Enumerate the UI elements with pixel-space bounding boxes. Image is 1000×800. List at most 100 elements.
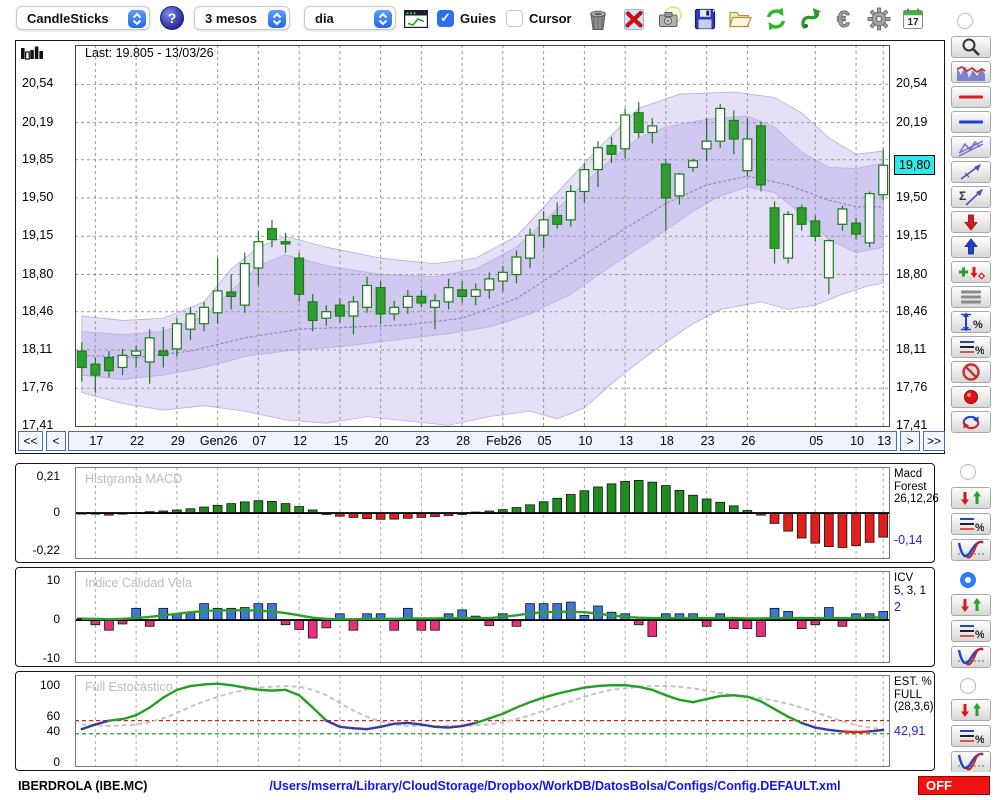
guies-checkbox[interactable]: ✓ [437,10,454,27]
cursor-checkbox[interactable] [506,10,523,27]
delete-icon[interactable] [620,5,648,33]
stochastic-chart [75,675,890,767]
axis-tick-label: 18,11 [896,341,927,356]
axis-tick-label: 19,15 [896,228,928,243]
stochastic-curve-button[interactable] [951,751,991,773]
calendar-icon[interactable]: 17 [899,5,927,33]
candlestick-chart[interactable] [75,45,890,427]
nav-last-button[interactable]: >> [923,431,945,451]
main-chart-radio[interactable] [957,13,973,29]
disable-tool-button[interactable] [951,361,991,383]
icv-curve-button[interactable] [951,646,991,668]
cursor-label: Cursor [529,11,572,26]
axis-tick-label: 19,15 [22,228,54,243]
settings-icon[interactable] [865,5,893,33]
axis-tick-label: 18,46 [896,303,928,318]
nav-next-button[interactable]: > [900,431,920,451]
add-marker-tool-button[interactable] [951,261,991,283]
snapshot-icon[interactable] [655,5,683,33]
sync-icon [960,412,982,432]
disable-icon [961,362,981,382]
save-icon[interactable] [691,5,719,33]
macd-info: Macd Forest 26,12,26 [894,468,939,505]
channel-tool-button[interactable] [951,136,991,158]
sum-trendline-tool-button[interactable]: Σ [951,186,991,208]
macd-radio[interactable] [960,464,976,480]
icv-info: ICV 5, 3, 1 [894,572,926,597]
help-button[interactable]: ? [160,6,184,30]
euro-icon[interactable]: € [832,5,860,33]
help-label: ? [167,10,177,26]
redo-icon[interactable] [797,5,825,33]
icv-radio[interactable] [960,572,976,588]
lines-percent-icon: % [958,621,984,641]
axis-tick-label: 17,76 [896,380,928,395]
record-tool-button[interactable] [951,386,991,408]
axis-tick-label: 07 [252,434,267,448]
arrow-up-tool-button[interactable] [951,236,991,258]
axis-tick-label: 28 [456,434,471,448]
app-window: CandleSticks ? 3 mesos dia ✓ Guies Curso… [0,0,1000,800]
nav-first-button[interactable]: << [18,431,43,451]
mini-chart-icon[interactable] [402,5,430,33]
icv-chart [75,571,890,663]
channel-icon [957,137,985,157]
icv-down-up-button[interactable] [951,594,991,616]
zoom-tool-button[interactable] [951,36,991,58]
macd-lines-percent-button[interactable]: % [951,513,991,535]
hlines-percent-icon: % [958,337,984,357]
chevron-updown-icon [268,9,286,28]
macd-down-up-button[interactable] [951,487,991,509]
axis-tick-label: 19,50 [896,190,928,205]
stochastic-radio[interactable] [960,678,976,694]
icv-value: 2 [894,600,901,614]
macd-value: -0,14 [894,533,923,547]
macd-title: Histgrama MACD [85,472,183,486]
open-folder-icon[interactable] [726,5,754,33]
symbol-label: IBERDROLA (IBE.MC) [18,779,148,793]
axis-tick-label: 18,46 [22,303,54,318]
lines-percent-icon: % [958,726,984,746]
check-icon: ✓ [440,10,451,25]
calendar-day: 17 [907,17,919,28]
status-bar: IBERDROLA (IBE.MC) /Users/mserra/Library… [0,772,1000,800]
axis-tick-label: 19,50 [22,190,54,205]
stochastic-lines-percent-button[interactable]: % [951,725,991,747]
trash-icon[interactable] [584,5,612,33]
indicator-view-button[interactable] [951,61,991,83]
blue-hline-tool-button[interactable] [951,111,991,133]
red-hline-tool-button[interactable] [951,86,991,108]
levels-tool-button[interactable] [951,286,991,308]
down-up-arrows-icon [958,597,984,613]
stochastic-down-up-button[interactable] [951,699,991,721]
guies-label: Guies [460,11,497,26]
nav-prev-button[interactable]: < [46,431,66,451]
stochastic-info: EST. % FULL (28,3,6) [894,676,934,713]
period-select[interactable]: 3 mesos [194,6,290,30]
trendline-icon [958,162,984,182]
curve-icon [957,752,985,772]
curve-icon [957,540,985,560]
off-toggle-button[interactable]: OFF [918,776,990,795]
chart-type-select[interactable]: CandleSticks [16,6,150,30]
hlines-percent-tool-button[interactable]: % [951,336,991,358]
config-path: /Users/mserra/Library/CloudStorage/Dropb… [269,779,841,793]
axis-tick-label: Gen26 [199,434,238,448]
arrow-down-tool-button[interactable] [951,211,991,233]
curve-icon [957,647,985,667]
axis-tick-label: Feb26 [486,434,522,448]
toolbar: CandleSticks ? 3 mesos dia ✓ Guies Curso… [0,0,1000,38]
svg-text:%: % [975,522,984,534]
icv-lines-percent-button[interactable]: % [951,620,991,642]
axis-tick-label: -0,22 [32,542,60,557]
axis-tick-label: 60 [46,708,60,723]
axis-tick-label: 13 [619,434,634,448]
macd-curve-button[interactable] [951,539,991,561]
volume-toggle-icon[interactable] [21,45,45,61]
axis-tick-label: 20,19 [896,114,928,129]
vrange-percent-tool-button[interactable]: % [951,311,991,333]
interval-select[interactable]: dia [304,6,396,30]
refresh-icon[interactable] [762,5,790,33]
sync-tool-button[interactable] [951,411,991,433]
trendline-tool-button[interactable] [951,161,991,183]
